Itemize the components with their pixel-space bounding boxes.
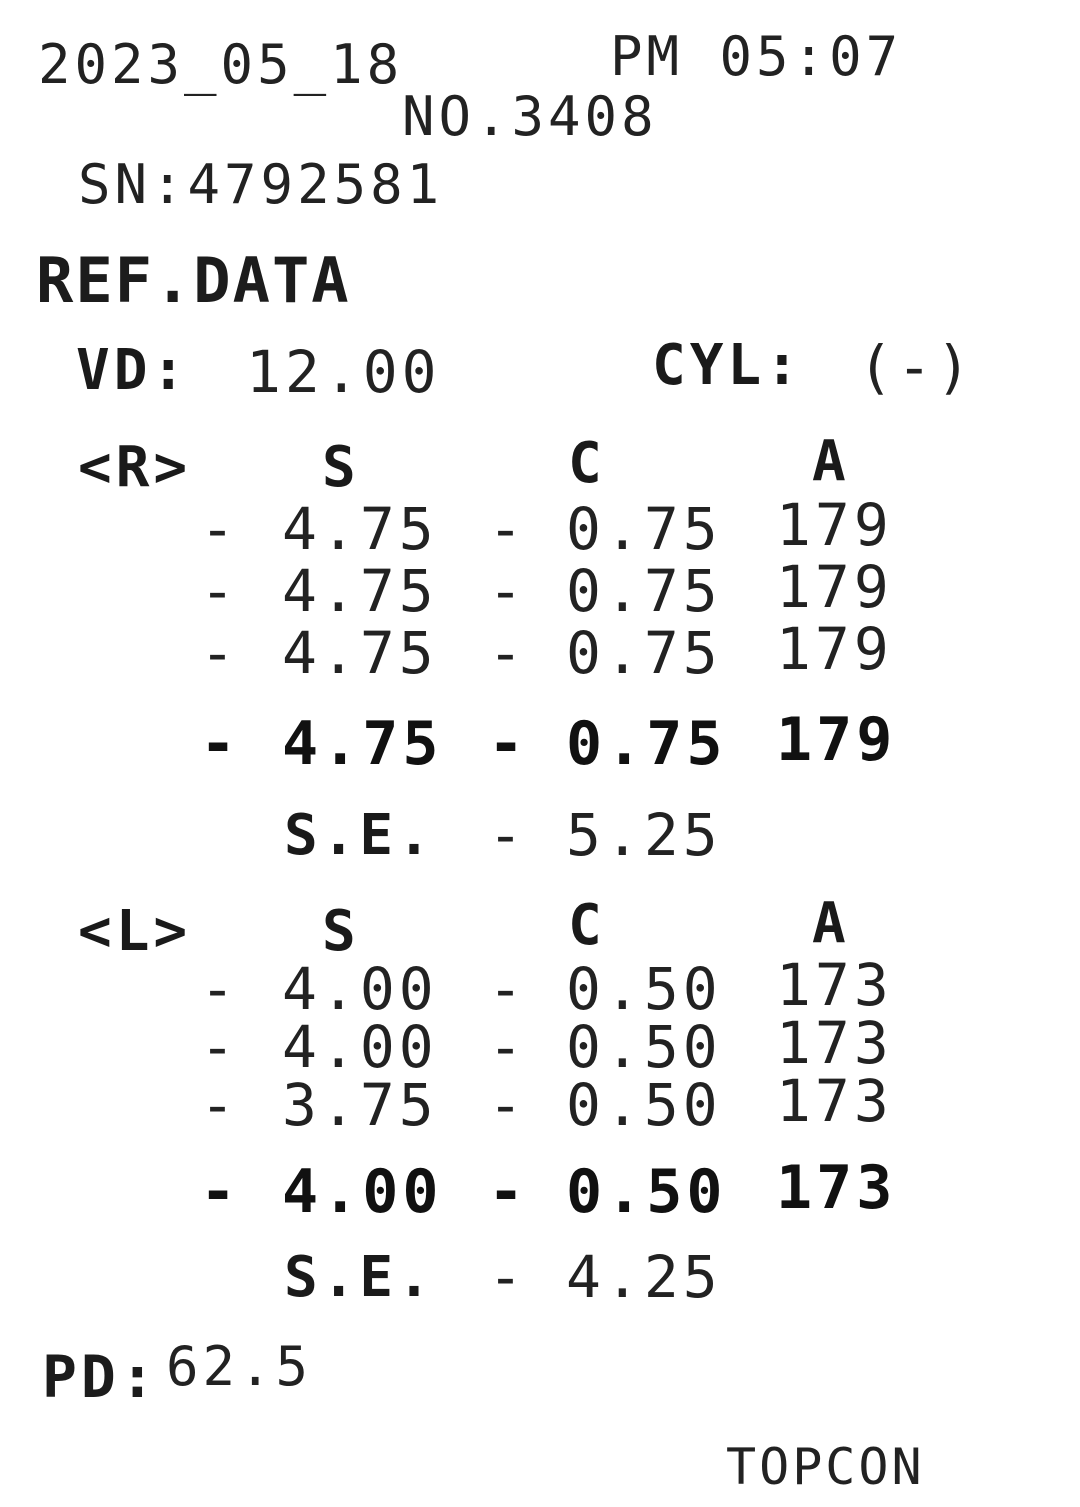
reading-s-sign: - bbox=[200, 1013, 239, 1081]
reading-axis: 179 bbox=[776, 553, 893, 621]
reading-c-sign: - bbox=[488, 619, 527, 687]
reading-axis: 173 bbox=[776, 951, 893, 1019]
se-value: 4.25 bbox=[566, 1243, 722, 1311]
print-date: 2023_05_18 bbox=[38, 33, 404, 96]
reading-sphere: 4.00 bbox=[282, 955, 438, 1023]
average-s-sign: - bbox=[200, 709, 241, 779]
se-value: 5.25 bbox=[566, 801, 722, 869]
brand-name: TOPCON bbox=[726, 1438, 925, 1496]
reading-s-sign: - bbox=[200, 619, 239, 687]
average-cylinder: 0.50 bbox=[566, 1157, 727, 1227]
reading-sphere: 3.75 bbox=[282, 1071, 438, 1139]
column-header-s: S bbox=[322, 435, 360, 500]
average-axis: 173 bbox=[776, 1153, 897, 1223]
pd-value: 62.5 bbox=[166, 1335, 313, 1398]
average-cylinder: 0.75 bbox=[566, 709, 727, 779]
reading-cylinder: 0.50 bbox=[566, 1013, 722, 1081]
reading-sphere: 4.00 bbox=[282, 1013, 438, 1081]
average-sphere: 4.00 bbox=[282, 1157, 443, 1227]
reading-s-sign: - bbox=[200, 557, 239, 625]
reading-c-sign: - bbox=[488, 557, 527, 625]
se-label: S.E. bbox=[284, 1245, 435, 1310]
reading-sphere: 4.75 bbox=[282, 495, 438, 563]
se-sign: - bbox=[488, 1243, 527, 1311]
average-c-sign: - bbox=[488, 1157, 529, 1227]
reading-c-sign: - bbox=[488, 955, 527, 1023]
average-c-sign: - bbox=[488, 709, 529, 779]
reading-c-sign: - bbox=[488, 1071, 527, 1139]
reading-sphere: 4.75 bbox=[282, 619, 438, 687]
column-header-a: A bbox=[812, 891, 850, 956]
refraction-receipt: 2023_05_18 PM 05:07 NO.3408 SN:4792581 R… bbox=[0, 0, 1080, 1507]
print-time: PM 05:07 bbox=[610, 25, 903, 88]
reading-c-sign: - bbox=[488, 495, 527, 563]
pd-label: PD: bbox=[42, 1343, 159, 1411]
reading-c-sign: - bbox=[488, 1013, 527, 1081]
vd-label: VD: bbox=[76, 338, 190, 403]
reading-axis: 173 bbox=[776, 1067, 893, 1135]
cyl-value: (-) bbox=[858, 333, 975, 401]
average-sphere: 4.75 bbox=[282, 709, 443, 779]
reading-cylinder: 0.75 bbox=[566, 619, 722, 687]
cyl-label: CYL: bbox=[652, 333, 803, 398]
se-label: S.E. bbox=[284, 803, 435, 868]
reading-cylinder: 0.75 bbox=[566, 557, 722, 625]
right-eye-label: <R> bbox=[78, 435, 192, 500]
reading-axis: 179 bbox=[776, 615, 893, 683]
average-s-sign: - bbox=[200, 1157, 241, 1227]
reading-s-sign: - bbox=[200, 495, 239, 563]
reading-cylinder: 0.50 bbox=[566, 955, 722, 1023]
column-header-c: C bbox=[568, 431, 606, 496]
column-header-a: A bbox=[812, 429, 850, 494]
vd-value: 12.00 bbox=[246, 338, 441, 406]
section-title: REF.DATA bbox=[36, 244, 351, 317]
reading-cylinder: 0.75 bbox=[566, 495, 722, 563]
reading-cylinder: 0.50 bbox=[566, 1071, 722, 1139]
reading-sphere: 4.75 bbox=[282, 557, 438, 625]
reading-axis: 173 bbox=[776, 1009, 893, 1077]
serial-number: SN:4792581 bbox=[78, 153, 444, 216]
reading-axis: 179 bbox=[776, 491, 893, 559]
record-number: NO.3408 bbox=[402, 85, 658, 148]
column-header-c: C bbox=[568, 893, 606, 958]
average-axis: 179 bbox=[776, 705, 897, 775]
column-header-s: S bbox=[322, 899, 360, 964]
left-eye-label: <L> bbox=[78, 899, 192, 964]
se-sign: - bbox=[488, 801, 527, 869]
reading-s-sign: - bbox=[200, 1071, 239, 1139]
reading-s-sign: - bbox=[200, 955, 239, 1023]
